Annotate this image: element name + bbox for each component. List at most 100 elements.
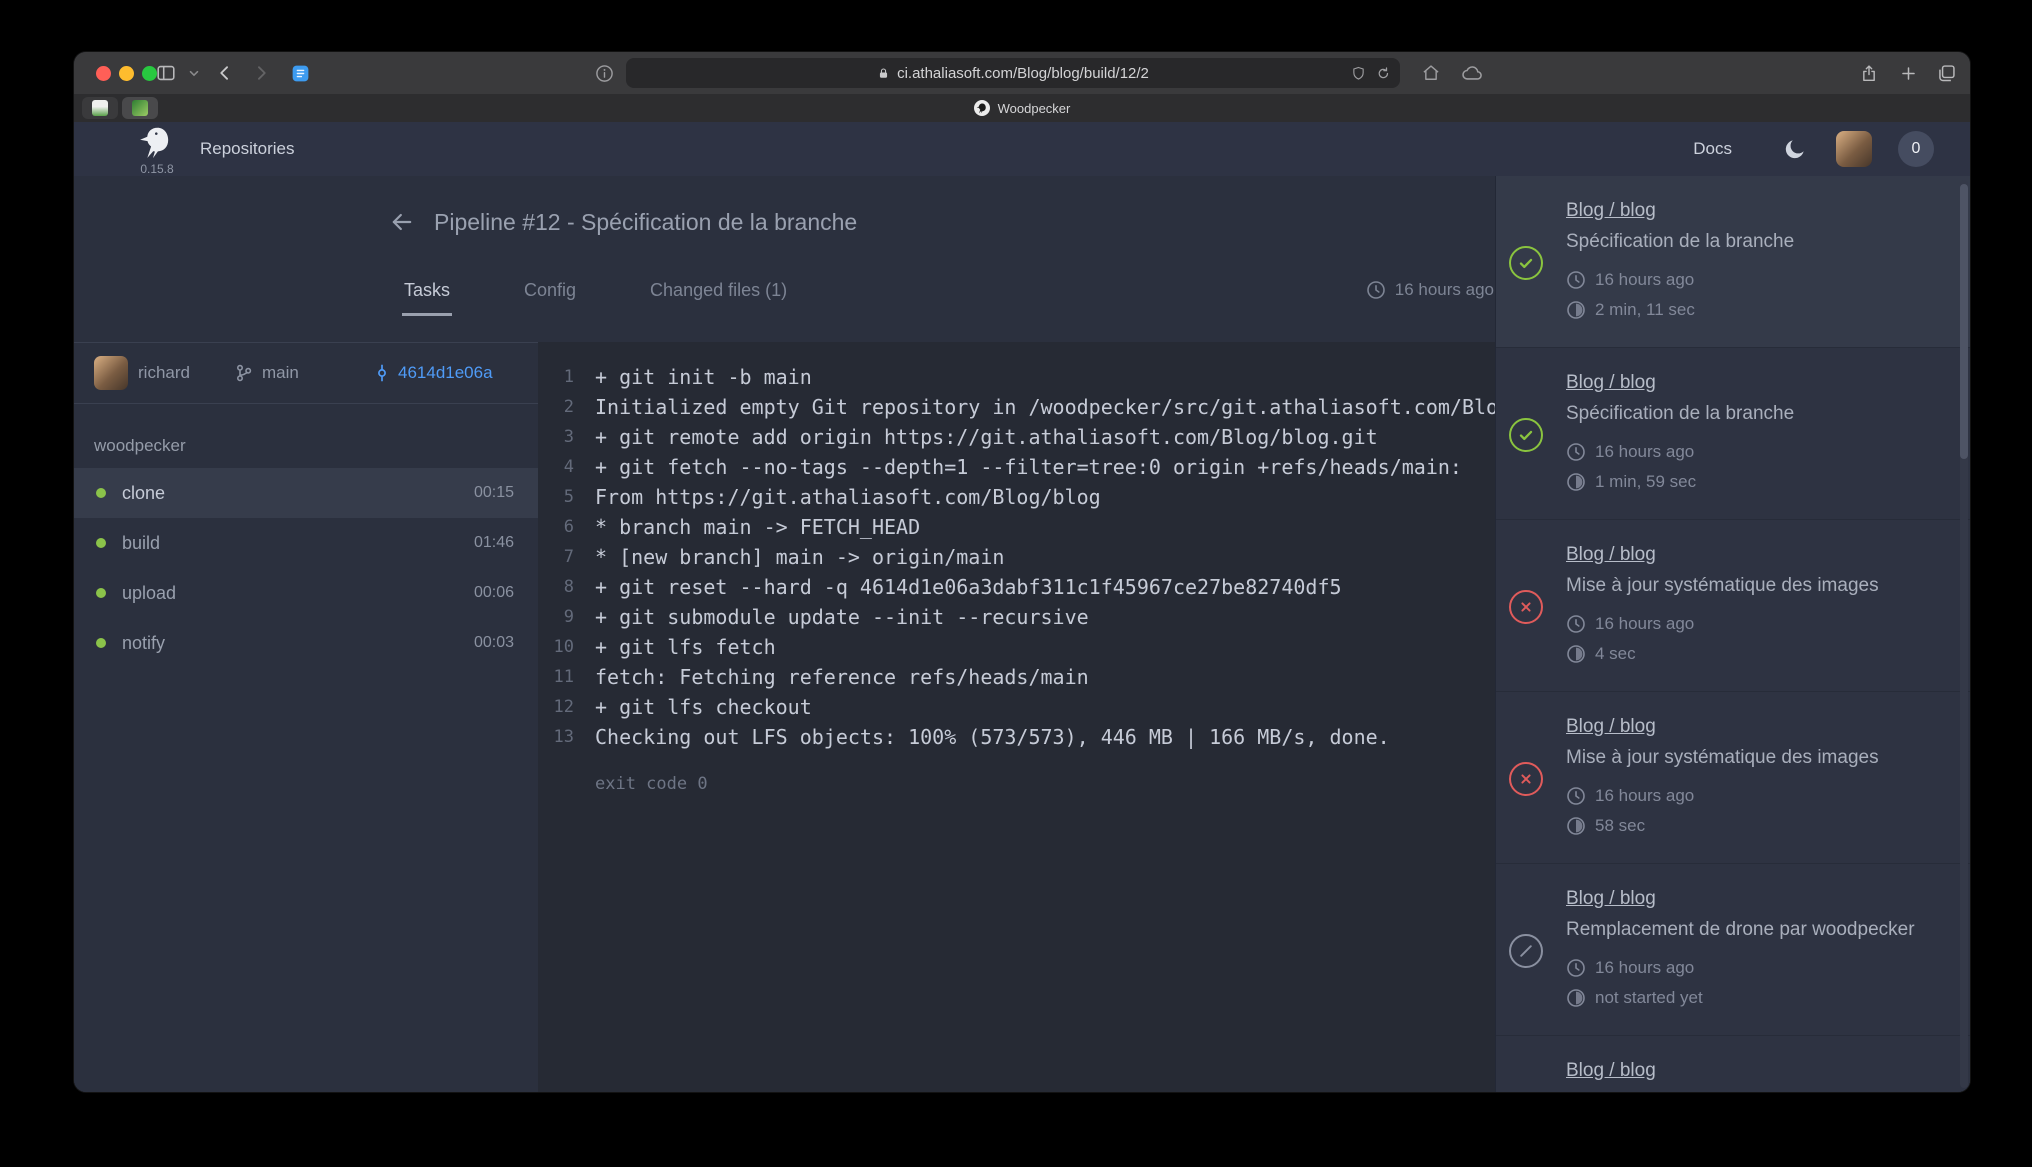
line-text: + git submodule update --init --recursiv… [595, 602, 1089, 632]
repo-link[interactable]: Blog / blog [1566, 544, 1656, 566]
commit-link[interactable]: 4614d1e06a [398, 343, 493, 403]
branch-name: main [262, 343, 299, 403]
address-bar[interactable]: ci.athaliasoft.com/Blog/blog/build/12/2 [626, 58, 1400, 88]
repo-link[interactable]: Blog / blog [1566, 716, 1656, 738]
build-time: 16 hours ago [1566, 442, 1694, 462]
pipeline-left-panel: richard main 4614d1e06a woodpecker clone… [74, 342, 538, 1092]
line-number: 8 [538, 572, 574, 602]
build-card[interactable]: Blog / blogMise à jour systématique des … [1496, 692, 1970, 864]
author-name: richard [138, 343, 190, 403]
log-panel[interactable]: 1+ git init -b main2Initialized empty Gi… [538, 342, 1496, 1092]
step-status-dot-icon [96, 638, 106, 648]
tab-title: Woodpecker [998, 101, 1071, 116]
line-number: 6 [538, 512, 574, 542]
tab-tasks[interactable]: Tasks [402, 280, 452, 316]
build-duration: 58 sec [1566, 816, 1645, 836]
build-duration: 2 min, 11 sec [1566, 300, 1695, 320]
tab-changed-files-1[interactable]: Changed files (1) [648, 280, 789, 316]
nav-repositories-link[interactable]: Repositories [200, 122, 295, 176]
failure-status-icon [1509, 762, 1543, 796]
step-duration: 00:03 [474, 634, 514, 652]
log-line: 11fetch: Fetching reference refs/heads/m… [538, 662, 1496, 692]
pipeline-content: Pipeline #12 - Spécification de la branc… [74, 176, 1970, 1092]
builds-list: Blog / blogSpécification de la branche16… [1496, 176, 1970, 1092]
line-text: Initialized empty Git repository in /woo… [595, 392, 1496, 422]
step-row-clone[interactable]: clone00:15 [74, 468, 538, 518]
log-line: 8+ git reset --hard -q 4614d1e06a3dabf31… [538, 572, 1496, 602]
build-message: Remplacement de drone par woodpecker [1566, 919, 1958, 941]
build-duration: 4 sec [1566, 644, 1636, 664]
active-tab[interactable]: Woodpecker [74, 94, 1970, 122]
theme-toggle-moon-icon[interactable] [1778, 133, 1812, 165]
browser-tabbar: Woodpecker [74, 94, 1970, 122]
new-tab-button[interactable] [1892, 52, 1924, 94]
build-card[interactable]: Blog / blogRemplacement de drone par woo… [1496, 1036, 1970, 1092]
pipeline-time-ago: 16 hours ago [1366, 280, 1494, 300]
build-time: 16 hours ago [1566, 614, 1694, 634]
build-message: Mise à jour systématique des images [1566, 575, 1958, 597]
line-number: 13 [538, 722, 574, 752]
step-name: build [122, 533, 474, 554]
step-duration: 00:06 [474, 584, 514, 602]
commit-meta-row: richard main 4614d1e06a [74, 342, 538, 404]
clock-icon [1566, 786, 1586, 806]
woodpecker-logo-icon[interactable] [136, 126, 178, 162]
build-card[interactable]: Blog / blogSpécification de la branche16… [1496, 176, 1970, 348]
build-card[interactable]: Blog / blog Remplacement de drone par woo… [1496, 864, 1970, 1036]
traffic-light-minimize[interactable] [119, 66, 134, 81]
back-arrow-button[interactable] [384, 204, 420, 240]
forward-button[interactable] [246, 52, 276, 94]
build-duration: not started yet [1566, 988, 1703, 1008]
share-button[interactable] [1852, 52, 1886, 94]
steps-list: clone00:15build01:46upload00:06notify00:… [74, 468, 538, 668]
repo-link[interactable]: Blog / blog [1566, 1060, 1656, 1082]
line-number: 2 [538, 392, 574, 422]
traffic-light-close[interactable] [96, 66, 111, 81]
log-lines: 1+ git init -b main2Initialized empty Gi… [538, 362, 1496, 752]
back-button[interactable] [210, 52, 240, 94]
workflow-label[interactable]: woodpecker [94, 436, 186, 456]
build-duration: 1 min, 59 sec [1566, 472, 1696, 492]
pipeline-title: Pipeline #12 - Spécification de la branc… [434, 209, 857, 236]
step-row-build[interactable]: build01:46 [74, 518, 538, 568]
tab-favicon-woodpecker [974, 100, 990, 116]
page-settings-button[interactable] [588, 52, 620, 94]
line-text: + git init -b main [595, 362, 812, 392]
tab-overview-button[interactable] [1928, 52, 1964, 94]
url-text: ci.athaliasoft.com/Blog/blog/build/12/2 [897, 65, 1149, 82]
build-card[interactable]: Blog / blog Mise à jour systématique des … [1496, 520, 1970, 692]
log-line: 2 Initialized empty Git repository in /wo… [538, 392, 1496, 422]
exit-code: exit code 0 [595, 773, 1496, 795]
repo-link[interactable]: Blog / blog [1566, 372, 1656, 394]
sidebar-toggle-button[interactable] [150, 52, 182, 94]
version-label: 0.15.8 [130, 162, 184, 176]
notification-badge[interactable]: 0 [1898, 131, 1934, 167]
line-number: 10 [538, 632, 574, 662]
clock-icon [1366, 280, 1386, 300]
nav-docs-link[interactable]: Docs [1693, 122, 1732, 176]
build-card[interactable]: Blog / blogSpécification de la branche16… [1496, 348, 1970, 520]
step-name: notify [122, 633, 474, 654]
privacy-shield-icon[interactable] [1351, 66, 1366, 81]
step-row-notify[interactable]: notify00:03 [74, 618, 538, 668]
cloud-tabs-button[interactable] [1454, 52, 1490, 94]
repo-link[interactable]: Blog / blog [1566, 200, 1656, 222]
line-number: 4 [538, 452, 574, 482]
extension-button[interactable] [284, 52, 316, 94]
log-line: 6* branch main -> FETCH_HEAD [538, 512, 1496, 542]
step-status-dot-icon [96, 588, 106, 598]
browser-toolbar: ci.athaliasoft.com/Blog/blog/build/12/2 [74, 52, 1970, 94]
step-status-dot-icon [96, 488, 106, 498]
repo-link[interactable]: Blog / blog [1566, 888, 1656, 910]
chevron-down-icon[interactable] [184, 52, 204, 94]
log-line: 9+ git submodule update --init --recursi… [538, 602, 1496, 632]
duration-icon [1566, 988, 1586, 1008]
user-avatar[interactable] [1836, 131, 1872, 167]
step-row-upload[interactable]: upload00:06 [74, 568, 538, 618]
tab-config[interactable]: Config [522, 280, 578, 316]
home-button[interactable] [1414, 52, 1448, 94]
scrollbar-thumb[interactable] [1960, 184, 1968, 459]
duration-icon [1566, 472, 1586, 492]
build-time: 16 hours ago [1566, 270, 1694, 290]
reload-button[interactable] [1376, 66, 1391, 81]
